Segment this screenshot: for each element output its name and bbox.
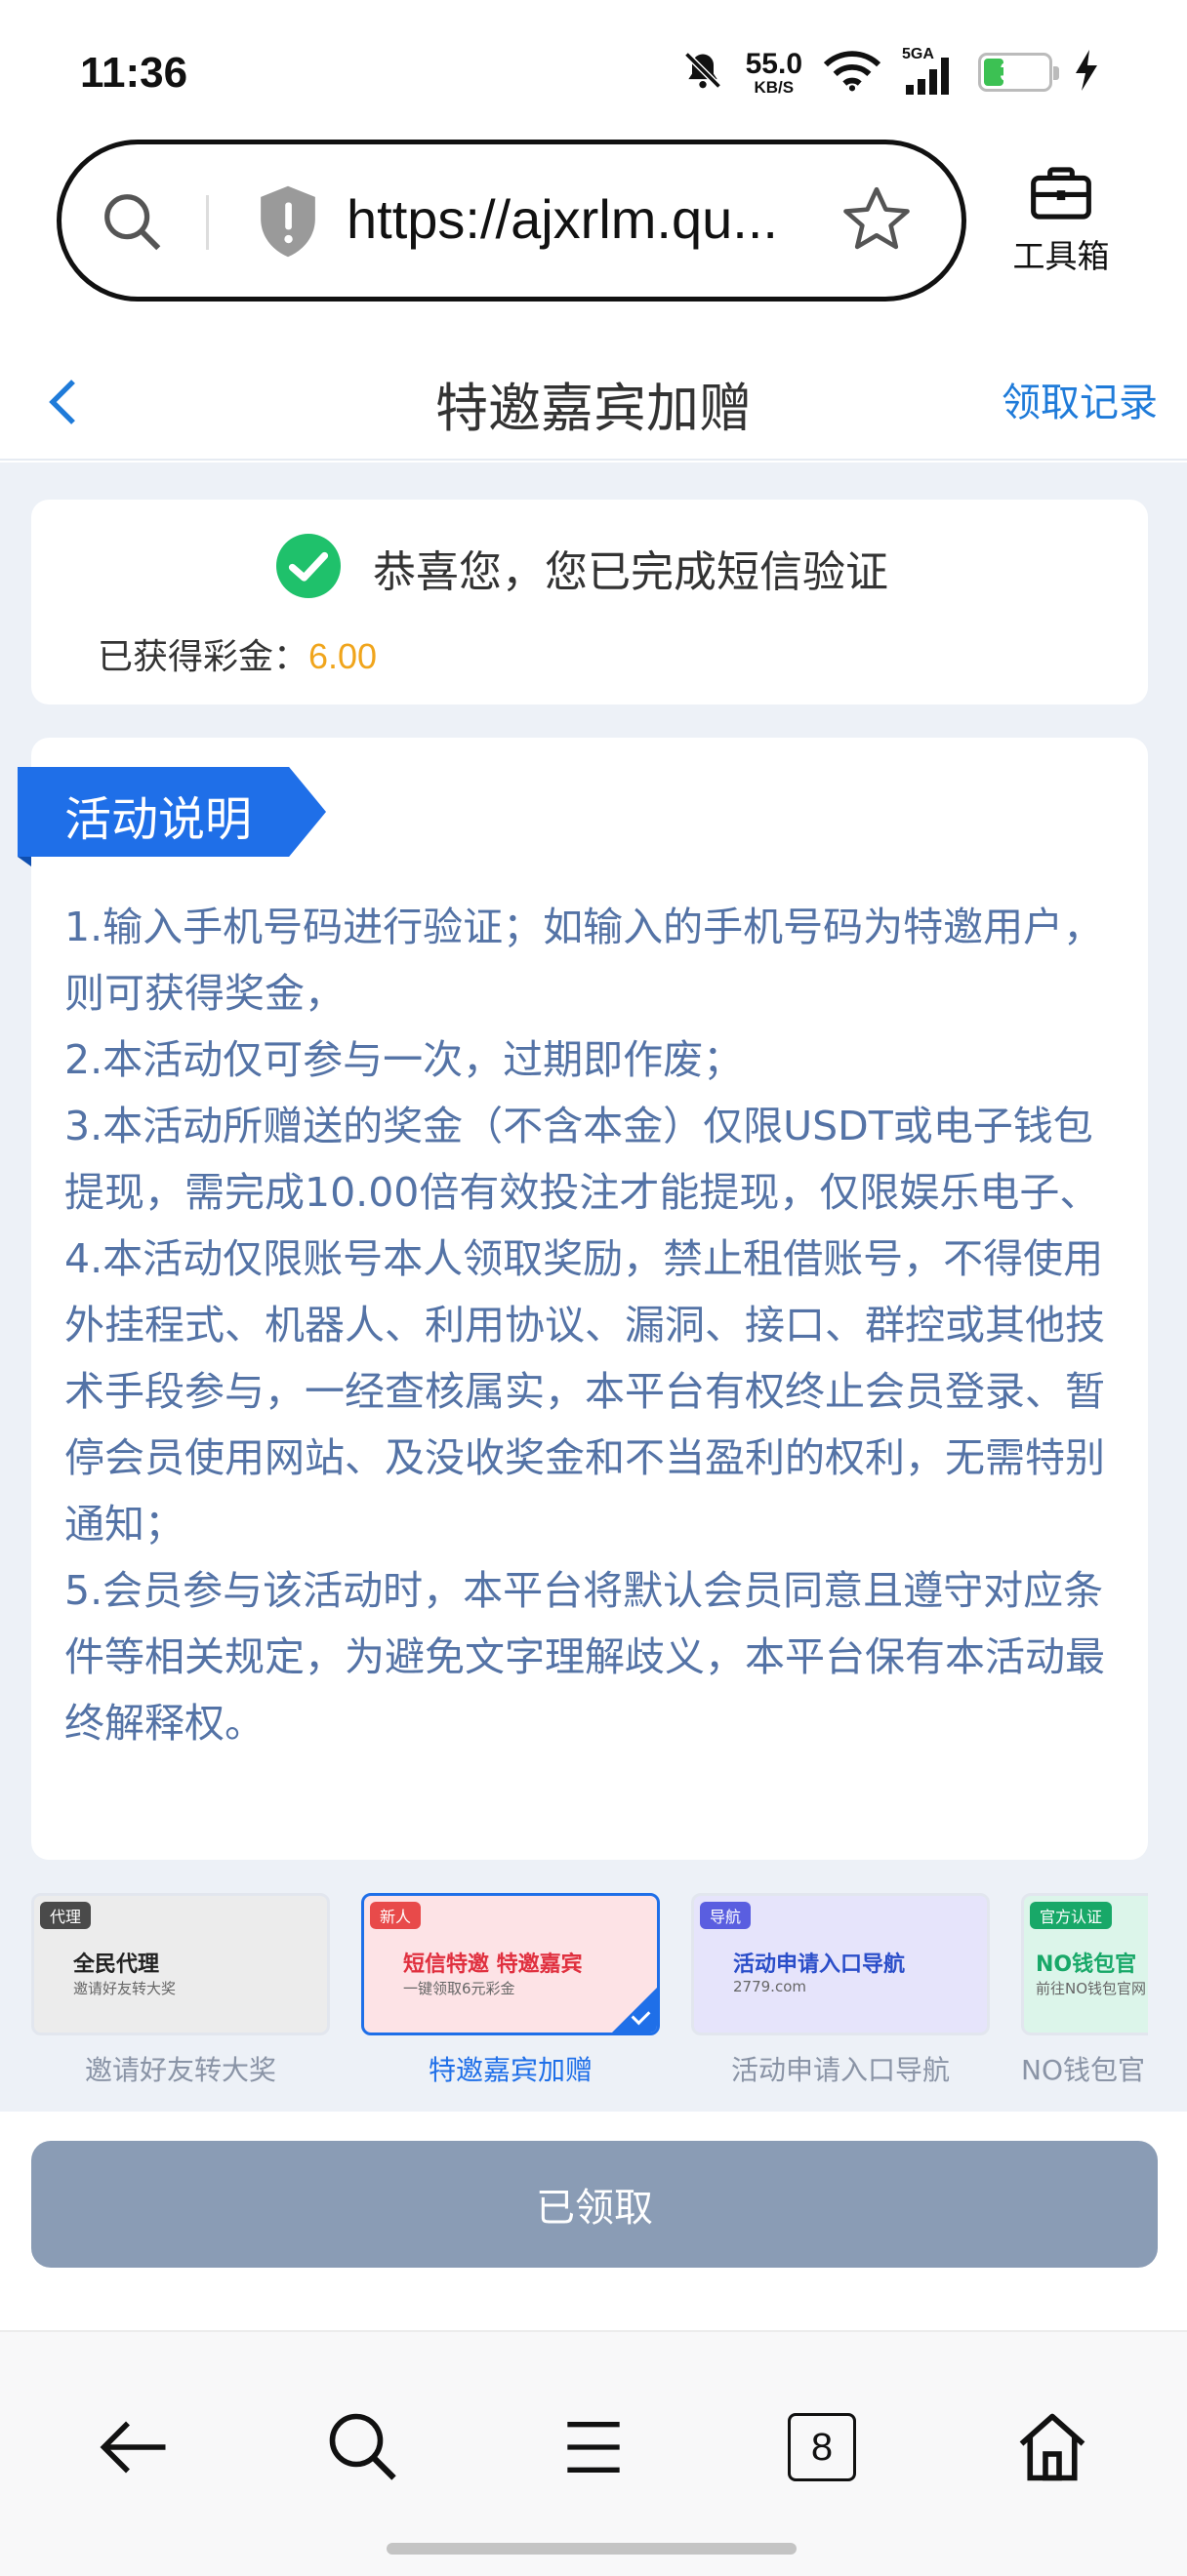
mute-bell-icon [681, 49, 724, 96]
promo-carousel[interactable]: 代理 全民代理 邀请好友转大奖 邀请好友转大奖 新人 短信特邀 特邀嘉宾 一键领… [31, 1893, 1148, 2098]
promo-badge: 导航 [700, 1902, 752, 1929]
toolbox-icon [1028, 164, 1094, 226]
rule-item: 2.本活动仅可参与一次，过期即作废； [64, 1036, 744, 1083]
tab-count: 8 [788, 2413, 856, 2481]
promo-title: 短信特邀 特邀嘉宾 [403, 1952, 583, 1977]
promo-item[interactable]: 导航 活动申请入口导航 2779.com 活动申请入口导航 [691, 1893, 990, 2088]
rule-item: 5.会员参与该活动时，本平台将默认会员同意且遵守对应条件等相关规定，为避免文字理… [64, 1567, 1105, 1747]
promo-item[interactable]: 代理 全民代理 邀请好友转大奖 邀请好友转大奖 [31, 1893, 330, 2088]
tabs-icon[interactable]: 8 [773, 2398, 871, 2496]
promo-label[interactable]: 特邀嘉宾加赠 [361, 2049, 660, 2088]
rule-item: 3.本活动所赠送的奖金（不含本金）仅限USDT或电子钱包提现，需完成10.00倍… [64, 1103, 1100, 1216]
wifi-icon [823, 49, 881, 96]
success-check-icon [273, 531, 344, 605]
bookmark-star-icon[interactable] [839, 181, 915, 262]
promo-title: NO钱包官 [1036, 1952, 1137, 1977]
rule-item: 4.本活动仅限账号本人领取奖励，禁止租借账号，不得使用外挂程式、机器人、利用协议… [64, 1235, 1105, 1548]
promo-subtitle: 2779.com [733, 1978, 806, 1995]
promo-badge: 代理 [40, 1902, 92, 1929]
home-icon[interactable] [1003, 2398, 1101, 2496]
security-shield-icon[interactable] [255, 183, 321, 263]
status-bar: 11:36 55.0 KB/S 5GA 31 [0, 0, 1187, 137]
activity-rules-card: 活动说明 1.输入手机号码进行验证；如输入的手机号码为特邀用户，则可获得奖金， … [18, 738, 1148, 1860]
bonus-row: 已获得彩金：6.00 [98, 628, 377, 679]
page-header: 特邀嘉宾加赠 领取记录 [0, 343, 1187, 461]
browser-bottom-nav: 8 [0, 2330, 1187, 2576]
promo-thumbnail[interactable]: 代理 全民代理 邀请好友转大奖 [31, 1893, 330, 2035]
content-area: 恭喜您，您已完成短信验证 已获得彩金：6.00 活动说明 1.输入手机号码进行验… [0, 463, 1187, 2112]
selected-check-icon [612, 1988, 657, 2033]
promo-label[interactable]: 活动申请入口导航 [691, 2049, 990, 2088]
claim-area: 已领取 [0, 2112, 1187, 2330]
url-text[interactable]: https://ajxrlm.qu... [347, 187, 844, 251]
promo-thumbnail[interactable]: 新人 短信特邀 特邀嘉宾 一键领取6元彩金 [361, 1893, 660, 2035]
promo-title: 全民代理 [73, 1952, 160, 1977]
promo-title: 活动申请入口导航 [733, 1952, 906, 1977]
toolbox-label: 工具箱 [1012, 237, 1110, 275]
verification-status-card: 恭喜您，您已完成短信验证 已获得彩金：6.00 [31, 500, 1148, 704]
network-speed: 55.0 KB/S [745, 47, 802, 97]
menu-icon[interactable] [545, 2398, 642, 2496]
promo-label[interactable]: NO钱包官 [1021, 2049, 1148, 2088]
promo-label[interactable]: 邀请好友转大奖 [31, 2049, 330, 2088]
claim-records-link[interactable]: 领取记录 [1002, 371, 1158, 427]
back-arrow-icon[interactable] [86, 2398, 184, 2496]
status-time: 11:36 [80, 49, 188, 97]
cellular-signal-icon: 5GA [902, 46, 957, 95]
promo-subtitle: 一键领取6元彩金 [403, 1980, 515, 1997]
search-icon[interactable] [99, 188, 167, 261]
rules-text: 1.输入手机号码进行验证；如输入的手机号码为特邀用户，则可获得奖金， 2.本活动… [64, 894, 1119, 1756]
toolbox-button[interactable]: 工具箱 [998, 164, 1125, 277]
charging-bolt-icon [1074, 50, 1099, 95]
promo-item[interactable]: 新人 短信特邀 特邀嘉宾 一键领取6元彩金 特邀嘉宾加赠 [361, 1893, 660, 2088]
promo-subtitle: 邀请好友转大奖 [73, 1980, 177, 1997]
promo-badge: 官方认证 [1030, 1902, 1113, 1929]
rule-item: 1.输入手机号码进行验证；如输入的手机号码为特邀用户，则可获得奖金， [64, 904, 1104, 1017]
battery-indicator: 31 [978, 53, 1059, 92]
promo-badge: 新人 [370, 1902, 422, 1929]
address-divider [206, 195, 209, 250]
section-title: 活动说明 [64, 792, 253, 847]
promo-thumbnail[interactable]: 导航 活动申请入口导航 2779.com [691, 1893, 990, 2035]
bonus-label: 已获得彩金： [98, 637, 309, 677]
promo-subtitle: 前往NO钱包官网 [1036, 1980, 1147, 1997]
address-bar[interactable]: https://ajxrlm.qu... [57, 140, 966, 302]
search-icon[interactable] [314, 2398, 412, 2496]
bonus-value: 6.00 [308, 636, 378, 676]
promo-thumbnail[interactable]: 官方认证 NO钱包官 前往NO钱包官网 [1021, 1893, 1148, 2035]
success-message: 恭喜您，您已完成短信验证 [373, 547, 888, 597]
claimed-button[interactable]: 已领取 [31, 2141, 1158, 2268]
home-indicator [387, 2543, 797, 2555]
status-icons: 55.0 KB/S 5GA 31 [681, 46, 1099, 97]
section-title-tag: 活动说明 [18, 767, 326, 857]
tag-fold [18, 857, 31, 866]
promo-item[interactable]: 官方认证 NO钱包官 前往NO钱包官网 NO钱包官 [1021, 1893, 1148, 2088]
